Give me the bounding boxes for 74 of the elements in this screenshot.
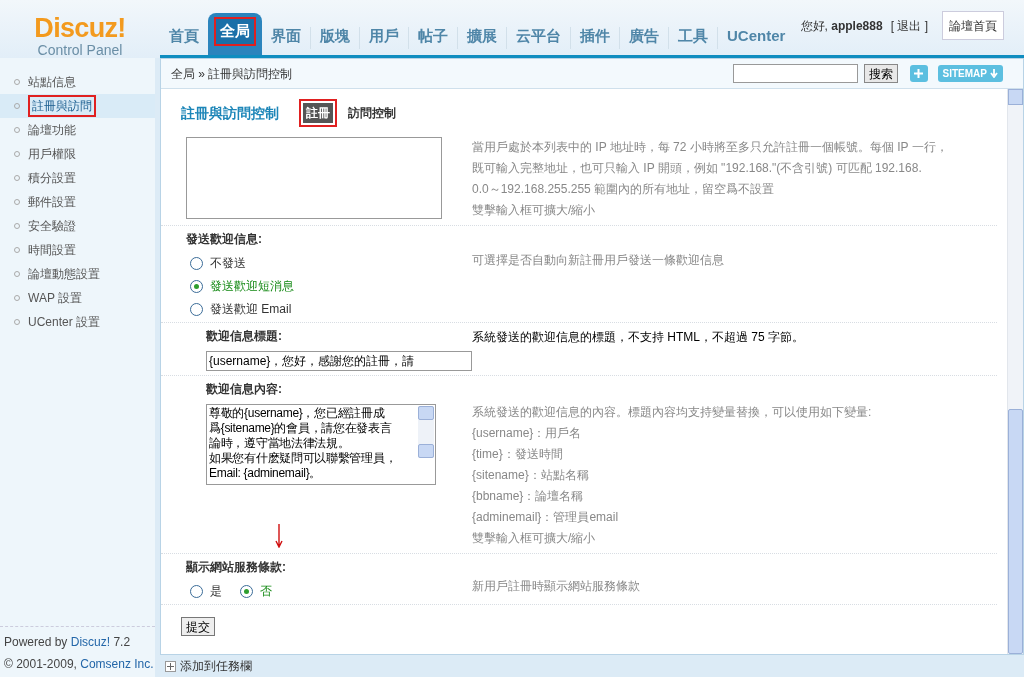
sidebar-item[interactable]: 用戶權限: [0, 142, 155, 166]
setting-description: 當用戶處於本列表中的 IP 地址時，每 72 小時將至多只允許註冊一個帳號。每個 IP 一行，: [472, 139, 948, 156]
setting-description: {bbname}：論壇名稱: [472, 488, 585, 505]
nav-tab[interactable]: 擴展: [458, 25, 506, 55]
textarea-line: 論時，遵守當地法律法規。: [209, 436, 351, 451]
nav-tab[interactable]: 全局: [208, 13, 262, 55]
radio-label[interactable]: 否: [260, 582, 272, 600]
down-arrow-icon: [990, 69, 998, 78]
discuz-link[interactable]: Discuz!: [70, 635, 111, 649]
sidebar-item[interactable]: 郵件設置: [0, 190, 155, 214]
search-field[interactable]: [732, 64, 858, 83]
setting-description: {username}：用戶名: [472, 425, 583, 442]
scrollbar[interactable]: [1007, 89, 1023, 654]
setting-description: {sitename}：站點名稱: [472, 467, 590, 484]
down-arrow-icon: [275, 524, 283, 548]
text-field[interactable]: {username}，您好，感謝您的註冊，請: [206, 351, 472, 371]
setting-label: 發送歡迎信息:: [186, 231, 263, 248]
radio-button[interactable]: [190, 256, 203, 270]
nav-tab[interactable]: 插件: [571, 25, 619, 55]
sidebar-item[interactable]: 站點信息: [0, 70, 155, 94]
radio-label[interactable]: 發送歡迎 Email: [210, 300, 292, 318]
sidebar-item[interactable]: WAP 設置: [0, 286, 155, 310]
setting-label: 歡迎信息標題:: [206, 328, 283, 345]
setting-description: 系統發送的歡迎信息的內容。標題內容均支持變量替換，可以使用如下變量:: [472, 404, 872, 421]
breadcrumb: 全局 » 註冊與訪問控制: [171, 65, 293, 83]
page-title: 註冊與訪問控制: [181, 103, 279, 123]
sidebar-item[interactable]: 論壇功能: [0, 118, 155, 142]
radio-label[interactable]: 是: [210, 582, 222, 600]
logout-link[interactable]: [ 退出 ]: [890, 16, 928, 35]
sidebar-item[interactable]: 註冊與訪問: [0, 94, 155, 118]
sub-tab[interactable]: 訪問控制: [343, 103, 401, 123]
comsenz-link[interactable]: Comsenz Inc.: [80, 657, 154, 671]
plus-icon: [914, 69, 924, 78]
textarea-line: 爲{sitename}的會員，請您在發表言: [209, 421, 393, 436]
sub-tab[interactable]: 註冊: [299, 99, 337, 127]
textarea-line: 如果您有什麽疑問可以聯繫管理員，: [209, 451, 398, 466]
setting-description: {adminemail}：管理員email: [472, 509, 620, 526]
setting-label: 歡迎信息內容:: [206, 381, 283, 398]
setting-label: 顯示網站服務條款:: [186, 559, 287, 576]
username: apple888: [831, 18, 883, 33]
radio-button[interactable]: [190, 279, 203, 293]
setting-description: 雙擊輸入框可擴大/縮小: [472, 530, 597, 547]
radio-button[interactable]: [190, 584, 203, 598]
sidebar-item[interactable]: 安全驗證: [0, 214, 155, 238]
radio-button[interactable]: [190, 302, 203, 316]
radio-label[interactable]: 發送歡迎短消息: [210, 277, 294, 295]
submit-button[interactable]: 提交: [181, 617, 215, 636]
radio-button[interactable]: [240, 584, 253, 598]
powered-by-text: Powered by Discuz! 7.2: [4, 634, 132, 651]
forum-home-button[interactable]: 論壇首頁: [942, 11, 1004, 40]
setting-description: 0.0～192.168.255.255 範圍內的所有地址，留空爲不設置: [472, 181, 776, 198]
sidebar-item[interactable]: 積分設置: [0, 166, 155, 190]
setting-description: 系統發送的歡迎信息的標題，不支持 HTML，不超過 75 字節。: [472, 329, 804, 346]
textarea-line: Email: {adminemail}。: [209, 466, 323, 481]
textarea-line: 尊敬的{username}，您已經註冊成: [209, 406, 386, 421]
setting-description: 可選擇是否自動向新註冊用戶發送一條歡迎信息: [472, 252, 724, 269]
sidebar-item[interactable]: 論壇動態設置: [0, 262, 155, 286]
setting-description: 既可輸入完整地址，也可只輸入 IP 開頭，例如 "192.168."(不含引號) 可匹配 192.168.: [472, 160, 923, 177]
scrollbar[interactable]: [418, 406, 434, 458]
textarea-field[interactable]: 尊敬的{username}，您已經註冊成 爲{sitename}的會員，請您在發表言 論時，遵守當地法律法規。 如果您有什麽疑問可以聯繫管理員， Email: {adminemail}。: [206, 404, 436, 485]
copyright-text: © 2001-2009, Comsenz Inc.: [4, 656, 155, 673]
logo-title: Discuz!: [34, 14, 126, 42]
plus-icon[interactable]: [165, 660, 176, 672]
greeting-text: 您好,: [800, 18, 828, 33]
add-to-taskbar-link[interactable]: 添加到任務欄: [180, 657, 252, 675]
sidebar-item[interactable]: UCenter 設置: [0, 310, 155, 334]
radio-label[interactable]: 不發送: [210, 254, 246, 272]
setting-description: {time}：發送時間: [472, 446, 564, 463]
setting-description: 雙擊輸入框可擴大/縮小: [472, 202, 597, 219]
sidebar-item[interactable]: 時間設置: [0, 238, 155, 262]
logo-subtitle: Control Panel: [37, 42, 123, 58]
setting-description: 新用戶註冊時顯示網站服務條款: [472, 578, 640, 595]
textarea-field[interactable]: [186, 137, 442, 219]
search-button[interactable]: 搜索: [863, 64, 898, 83]
